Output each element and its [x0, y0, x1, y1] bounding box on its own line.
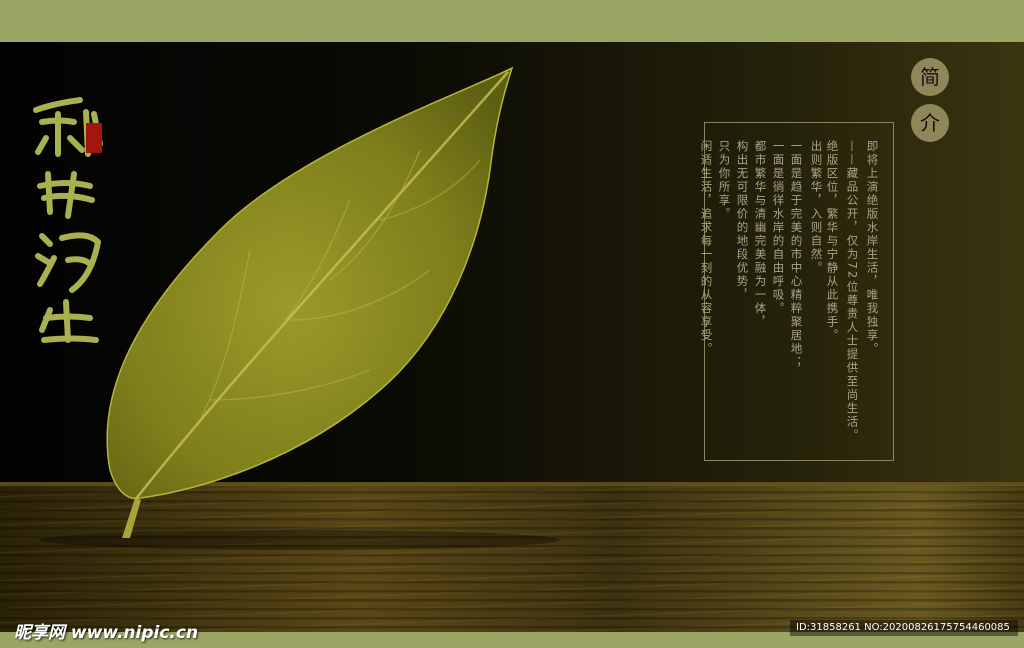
seal-stamp	[86, 123, 102, 153]
intro-line-5: 一面是趋于完美的市中心精粹聚居地；	[789, 140, 804, 370]
intro-line-10: 闲适生活，追求每一刻的从容享受。	[699, 140, 714, 356]
intro-line-4: 出则繁华，入则自然。	[809, 140, 824, 275]
intro-line-8: 构出无可限价的地段优势，	[735, 140, 750, 302]
image-id-label: ID:31858261 NO:20200826175754460085	[790, 620, 1018, 636]
intro-line-3: 绝版区位，繁华与宁静从此携手。	[825, 140, 840, 343]
intro-line-2: ——藏品公开，仅为72位尊贵人士提供至尚生活。	[845, 140, 860, 443]
intro-line-9: 只为你所享。	[717, 140, 732, 221]
top-border	[0, 0, 1024, 42]
poster-scene: 简 介 即将上演绝版水岸生活，唯我独享。 ——藏品公开，仅为72位尊贵人士提供至…	[0, 42, 1024, 632]
intro-heading-char1: 简	[911, 58, 949, 96]
watermark-logo: 昵享网 www.nipic.cn	[14, 623, 199, 643]
intro-line-6: 一面是徜徉水岸的自由呼吸。	[771, 140, 786, 316]
intro-line-1: 即将上演绝版水岸生活，唯我独享。	[865, 140, 880, 356]
intro-heading-char2: 介	[911, 104, 949, 142]
intro-line-7: 都市繁华与清幽完美融为一体，	[753, 140, 768, 329]
